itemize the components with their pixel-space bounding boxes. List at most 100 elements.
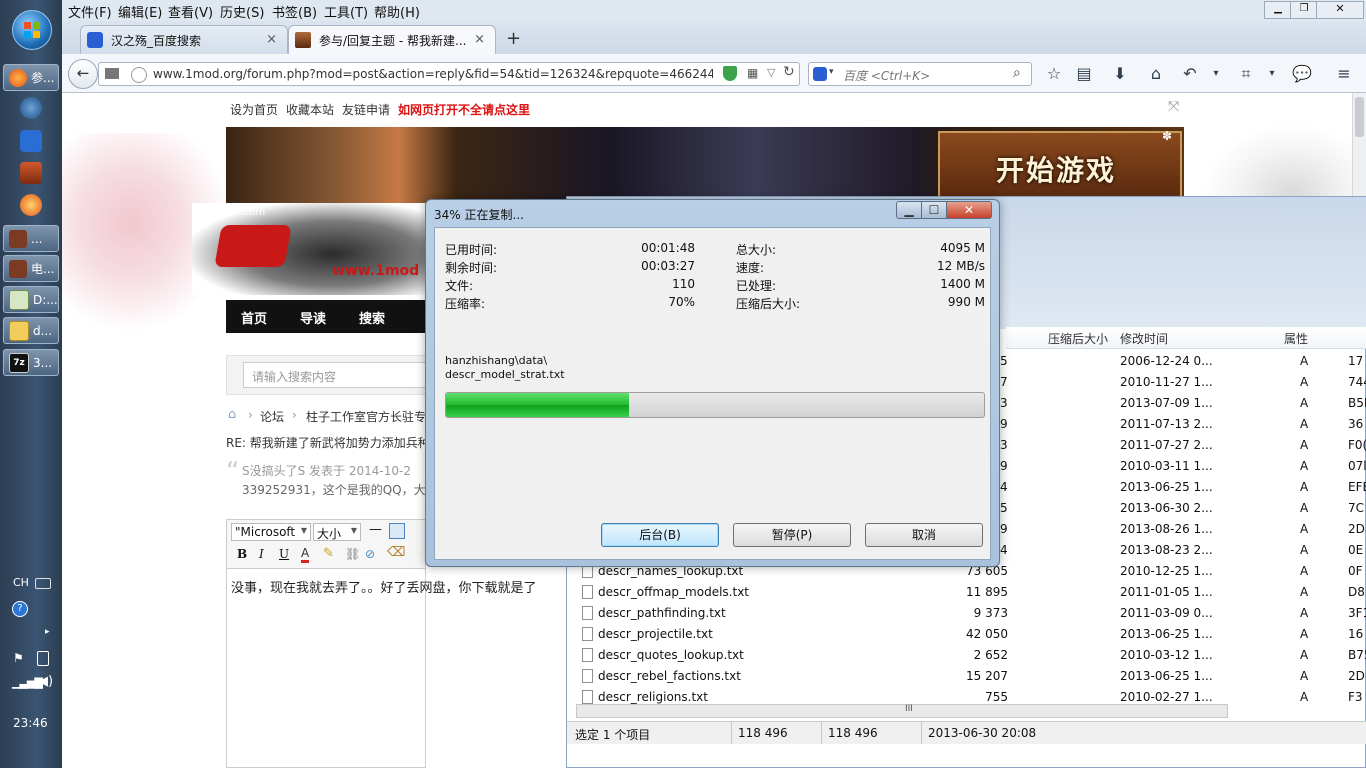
restore-button[interactable]: ❐ bbox=[1290, 1, 1318, 19]
undo-icon[interactable]: ↶ bbox=[1180, 64, 1200, 84]
link-set-homepage[interactable]: 设为首页 bbox=[230, 101, 278, 118]
start-button[interactable] bbox=[12, 10, 52, 50]
unlink-icon[interactable]: ⊘ bbox=[365, 547, 375, 561]
menu-history[interactable]: 历史(S) bbox=[220, 2, 264, 21]
fullscreen-icon[interactable]: ⤧ bbox=[1168, 99, 1179, 115]
menu-help[interactable]: 帮助(H) bbox=[374, 2, 420, 21]
link-bookmark-site[interactable]: 收藏本站 bbox=[286, 101, 334, 118]
minimize-button[interactable]: ▁ bbox=[1264, 1, 1292, 19]
url-bar[interactable]: www.1mod.org/forum.php?mod=post&action=r… bbox=[98, 62, 800, 86]
new-tab-button[interactable]: + bbox=[506, 28, 521, 49]
table-row[interactable]: descr_rebel_factions.txt 15 207 2013-06-25… bbox=[576, 666, 1366, 687]
tray-expand-icon[interactable]: ▸ bbox=[45, 627, 50, 637]
col-attributes[interactable]: 属性 bbox=[1284, 330, 1308, 348]
size-select[interactable]: 大小 ▼ bbox=[313, 523, 361, 541]
col-packed-size[interactable]: 压缩后大小 bbox=[1048, 330, 1108, 348]
breadcrumb-home-icon[interactable]: ⌂ bbox=[228, 407, 236, 422]
taskbar-item-notepad[interactable]: D:... bbox=[3, 286, 59, 313]
download-icon[interactable]: ⬇ bbox=[1110, 64, 1130, 84]
scrollbar-thumb[interactable] bbox=[1355, 97, 1364, 137]
taskbar-item-folder[interactable]: d... bbox=[3, 317, 59, 344]
font-select[interactable]: "Microsoft ▼ bbox=[231, 523, 311, 541]
breadcrumb-forum[interactable]: 论坛 bbox=[260, 408, 284, 425]
editor-area[interactable]: 没事，现在我就去弄了。。好了丢网盘，你下载就是了 bbox=[226, 568, 537, 768]
table-row[interactable]: descr_pathfinding.txt 9 373 2011-03-09 0..… bbox=[576, 603, 1366, 624]
taskbar-item-game1[interactable]: ... bbox=[3, 225, 59, 252]
site-search-input[interactable]: 请输入搜索内容 bbox=[243, 362, 427, 388]
game-icon[interactable] bbox=[20, 162, 42, 184]
baidu-icon[interactable] bbox=[20, 130, 42, 152]
flag-icon[interactable]: ⚑ bbox=[13, 651, 24, 665]
breadcrumb-board[interactable]: 柱子工作室官方长驻专 bbox=[306, 408, 426, 425]
dropdown-icon[interactable]: ▽ bbox=[767, 66, 775, 79]
table-icon[interactable] bbox=[389, 523, 405, 539]
search-icon[interactable]: ⌕ bbox=[1013, 65, 1021, 81]
site-logo[interactable]: 37.com www.1mod bbox=[192, 203, 426, 295]
dialog-minimize-button[interactable]: ▁ bbox=[896, 201, 922, 219]
nav-search[interactable]: 搜索 bbox=[359, 308, 385, 327]
taskbar-item-7zip[interactable]: 7z 3... bbox=[3, 349, 59, 376]
ime-indicator[interactable]: CH bbox=[13, 576, 29, 589]
taskbar-item-firefox[interactable]: 参... bbox=[3, 64, 59, 91]
clear-format-icon[interactable]: ⌫ bbox=[387, 545, 405, 560]
table-row[interactable]: descr_offmap_models.txt 11 895 2011-01-05 … bbox=[576, 582, 1366, 603]
dialog-close-button[interactable]: ✕ bbox=[946, 201, 992, 219]
col-modified[interactable]: 修改时间 bbox=[1120, 330, 1168, 348]
link-icon[interactable]: ⛓ bbox=[345, 547, 360, 561]
link-friend-apply[interactable]: 友链申请 bbox=[342, 101, 390, 118]
menu-tools[interactable]: 工具(T) bbox=[324, 2, 368, 21]
orange-app-icon[interactable] bbox=[20, 194, 42, 216]
crop-dropdown-icon[interactable]: ▾ bbox=[1262, 64, 1282, 84]
crop-icon[interactable]: ⌗ bbox=[1236, 64, 1256, 84]
table-row[interactable]: descr_quotes_lookup.txt 2 652 2010-03-12 1… bbox=[576, 645, 1366, 666]
horizontal-scrollbar[interactable]: III bbox=[576, 704, 1228, 718]
menu-file[interactable]: 文件(F) bbox=[68, 2, 112, 21]
font-color-icon[interactable]: A bbox=[301, 546, 310, 563]
keyboard-icon[interactable] bbox=[35, 578, 51, 589]
undo-dropdown-icon[interactable]: ▾ bbox=[1206, 64, 1226, 84]
nav-home[interactable]: 首页 bbox=[241, 308, 267, 327]
back-button[interactable]: ← bbox=[68, 59, 98, 89]
nav-guide[interactable]: 导读 bbox=[300, 308, 326, 327]
shield-icon[interactable] bbox=[723, 66, 737, 81]
tab-close-icon[interactable]: × bbox=[474, 32, 485, 47]
settings-gear-icon[interactable] bbox=[20, 97, 42, 119]
tab-close-icon[interactable]: × bbox=[266, 32, 277, 47]
italic-icon[interactable]: I bbox=[259, 547, 264, 561]
pause-button[interactable]: 暂停(P) bbox=[733, 523, 851, 547]
engine-dropdown-icon[interactable]: ▾ bbox=[829, 67, 834, 77]
qr-code-icon[interactable]: ▦ bbox=[747, 66, 758, 80]
close-button[interactable]: ✕ bbox=[1316, 1, 1364, 19]
link-open-full[interactable]: 如网页打开不全请点这里 bbox=[398, 101, 530, 118]
bookmarks-list-icon[interactable]: ▤ bbox=[1074, 64, 1094, 84]
tab-baidu[interactable]: 汉之殇_百度搜索 × bbox=[80, 25, 288, 54]
cancel-button[interactable]: 取消 bbox=[865, 523, 983, 547]
editor-text[interactable]: 没事，现在我就去弄了。。好了丢网盘，你下载就是了 bbox=[231, 577, 537, 596]
banner-start-game[interactable]: 开始游戏 bbox=[996, 149, 1116, 189]
help-icon[interactable]: ? bbox=[12, 601, 28, 617]
menu-view[interactable]: 查看(V) bbox=[168, 2, 213, 21]
background-button[interactable]: 后台(B) bbox=[601, 523, 719, 547]
battery-icon[interactable] bbox=[37, 651, 49, 666]
bold-icon[interactable]: B bbox=[237, 547, 247, 561]
chat-icon[interactable]: 💬 bbox=[1292, 64, 1312, 84]
table-row[interactable]: descr_projectile.txt 42 050 2013-06-25 1..… bbox=[576, 624, 1366, 645]
dialog-maximize-button[interactable]: ☐ bbox=[921, 201, 947, 219]
bookmark-star-icon[interactable]: ☆ bbox=[1044, 64, 1064, 84]
highlight-icon[interactable]: ✎ bbox=[323, 546, 334, 561]
baidu-search-icon[interactable] bbox=[813, 67, 827, 81]
hr-icon[interactable]: — bbox=[369, 522, 382, 537]
clock[interactable]: 23:46 bbox=[13, 716, 48, 730]
volume-icon[interactable]: ◀) bbox=[38, 674, 53, 689]
menu-edit[interactable]: 编辑(E) bbox=[118, 2, 162, 21]
taskbar-item-game2[interactable]: 电... bbox=[3, 255, 59, 282]
menu-bookmarks[interactable]: 书签(B) bbox=[272, 2, 317, 21]
home-icon[interactable]: ⌂ bbox=[1146, 64, 1166, 84]
search-box[interactable]: ▾ 百度 <Ctrl+K> ⌕ bbox=[808, 62, 1032, 86]
reload-icon[interactable]: ↻ bbox=[783, 64, 795, 80]
url-text[interactable]: www.1mod.org/forum.php?mod=post&action=r… bbox=[153, 67, 713, 81]
underline-icon[interactable]: U bbox=[279, 547, 289, 561]
tab-reply[interactable]: 参与/回复主题 - 帮我新建... × bbox=[288, 25, 496, 54]
game-ad-banner[interactable]: 开始游戏 ✽ bbox=[226, 127, 1184, 203]
menu-hamburger-icon[interactable]: ≡ bbox=[1334, 64, 1354, 84]
